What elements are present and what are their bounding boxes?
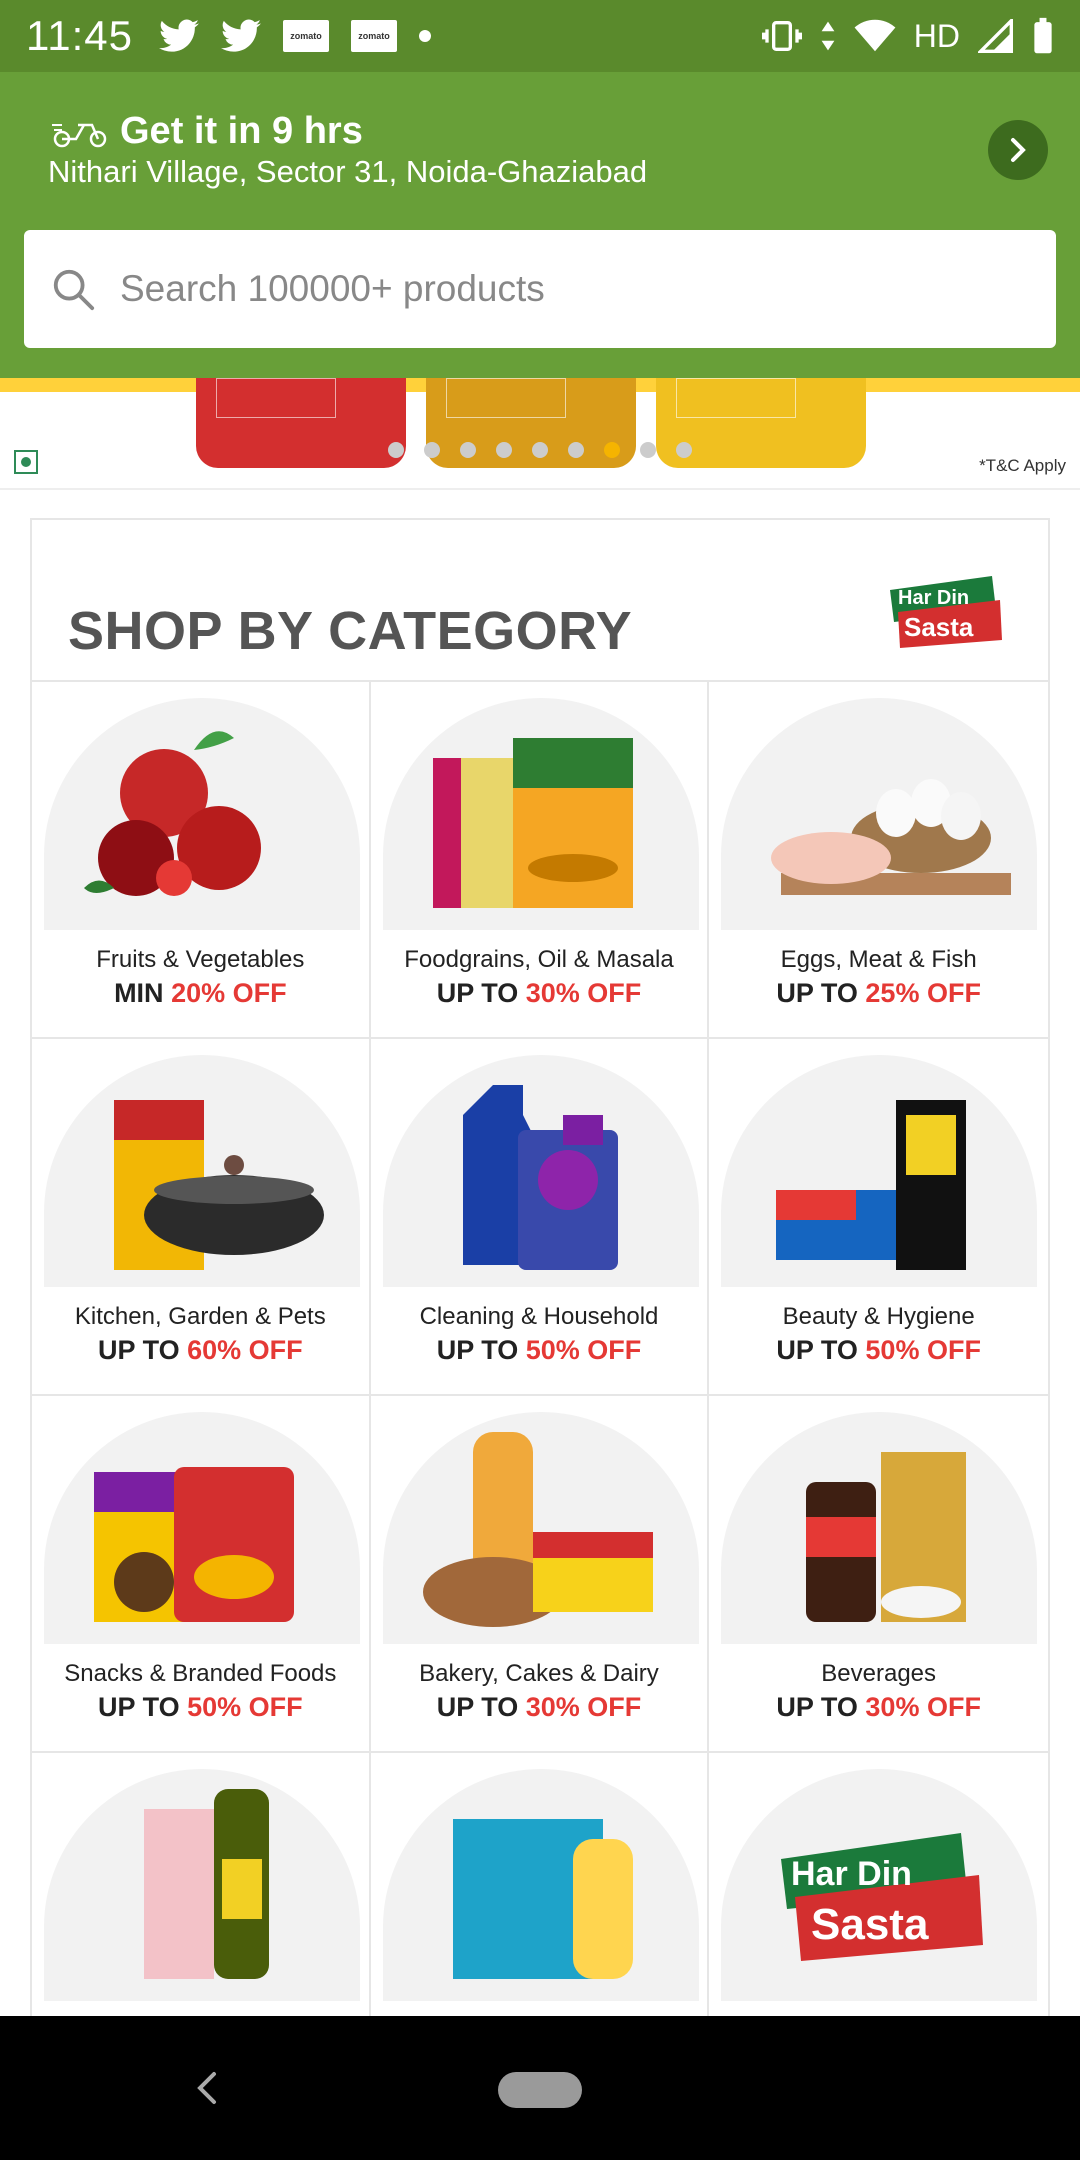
pager-dot[interactable] <box>496 442 512 458</box>
twitter-icon <box>159 19 199 52</box>
category-name: Cleaning & Household <box>419 1303 659 1330</box>
har-din-sasta-logo: Har Din Sasta <box>890 576 1002 648</box>
section-title: SHOP BY CATEGORY <box>68 601 633 661</box>
category-name: Foodgrains, Oil & Masala <box>404 946 674 973</box>
category-snacks-branded-foods[interactable]: Snacks & Branded Foods UP TO 50% OFF <box>32 1396 371 1753</box>
terms-label: *T&C Apply <box>979 456 1066 475</box>
wifi-icon <box>854 19 896 52</box>
svg-text:Sasta: Sasta <box>811 1900 929 1949</box>
pager-dot-active[interactable] <box>604 442 620 458</box>
chevron-right-icon <box>1011 138 1026 162</box>
category-image <box>721 1412 1038 1644</box>
pager-dot[interactable] <box>640 442 656 458</box>
data-arrows-icon <box>821 21 835 51</box>
svg-text:Har Din: Har Din <box>791 1855 912 1893</box>
oil-can-image <box>196 378 406 468</box>
pager-dot[interactable] <box>460 442 476 458</box>
category-kitchen-garden-pets[interactable]: Kitchen, Garden & Pets UP TO 60% OFF <box>32 1039 371 1396</box>
category-name: Kitchen, Garden & Pets <box>74 1303 326 1330</box>
delivery-address[interactable]: Nithari Village, Sector 31, Noida-Ghazia… <box>48 154 647 190</box>
category-name: Beverages <box>821 1660 937 1687</box>
system-icons: HD <box>761 17 1054 55</box>
category-fruits-vegetables[interactable]: Fruits & Vegetables MIN 20% OFF <box>32 682 371 1039</box>
zomato-icon: zomato <box>351 20 397 52</box>
category-image <box>721 1055 1038 1287</box>
category-offer: UP TO 30% OFF <box>776 1692 981 1722</box>
pager-dot[interactable] <box>676 442 692 458</box>
promo-banner[interactable]: *T&C Apply <box>0 378 1080 490</box>
category-image <box>44 698 360 930</box>
signal-icon <box>978 19 1013 53</box>
category-image <box>44 1055 360 1287</box>
svg-text:Sasta: Sasta <box>904 612 974 642</box>
delivery-time-title: Get it in 9 hrs <box>120 110 363 152</box>
category-name: Eggs, Meat & Fish <box>780 946 977 973</box>
pager-dot[interactable] <box>568 442 584 458</box>
home-button[interactable] <box>498 2072 582 2108</box>
category-name: Snacks & Branded Foods <box>64 1660 337 1687</box>
banner-pager <box>388 442 692 458</box>
category-beauty-hygiene[interactable]: Beauty & Hygiene UP TO 50% OFF <box>709 1039 1048 1396</box>
battery-icon <box>1034 17 1052 54</box>
scooter-icon <box>52 123 107 147</box>
category-eggs-meat-fish[interactable]: Eggs, Meat & Fish UP TO 25% OFF <box>709 682 1048 1039</box>
vibrate-icon <box>761 21 802 51</box>
zomato-icon: zomato <box>283 20 329 52</box>
category-offer: UP TO 25% OFF <box>776 978 981 1008</box>
search-input[interactable]: Search 100000+ products <box>24 230 1056 348</box>
category-offer: MIN 20% OFF <box>114 978 287 1008</box>
category-image: Har Din Sasta <box>721 1769 1038 2001</box>
category-image <box>382 1412 699 1644</box>
network-type-label: HD <box>913 17 960 54</box>
category-offer: UP TO 50% OFF <box>98 1692 303 1722</box>
pager-dot[interactable] <box>424 442 440 458</box>
category-offer: UP TO 30% OFF <box>436 1692 642 1722</box>
category-image <box>382 1769 699 2001</box>
app-header: Get it in 9 hrs Nithari Village, Sector … <box>0 72 1080 378</box>
shop-by-category-section: SHOP BY CATEGORY Har Din Sasta Fruits & … <box>30 518 1050 2110</box>
search-icon <box>53 269 95 311</box>
category-image <box>382 1055 699 1287</box>
category-grid: Fruits & Vegetables MIN 20% OFF Foodgrai… <box>32 682 1048 2110</box>
category-image <box>44 1412 360 1644</box>
category-foodgrains-oil-masala[interactable]: Foodgrains, Oil & Masala UP TO 30% OFF <box>370 682 710 1039</box>
category-cleaning-household[interactable]: Cleaning & Household UP TO 50% OFF <box>370 1039 710 1396</box>
system-navigation-bar <box>0 2016 1080 2160</box>
pager-dot[interactable] <box>532 442 548 458</box>
category-image <box>44 1769 360 2001</box>
veg-indicator-icon <box>14 450 38 474</box>
category-name: Fruits & Vegetables <box>96 946 305 973</box>
category-header: SHOP BY CATEGORY Har Din Sasta <box>32 520 1048 682</box>
category-name: Bakery, Cakes & Dairy <box>419 1660 659 1687</box>
back-icon[interactable] <box>190 2068 224 2108</box>
status-time: 11:45 <box>26 12 133 59</box>
twitter-icon <box>221 19 261 52</box>
category-image <box>721 698 1038 930</box>
notification-icons: zomato zomato <box>159 19 431 53</box>
pager-dot[interactable] <box>388 442 404 458</box>
more-notifications-dot-icon <box>419 30 431 42</box>
change-address-button[interactable] <box>988 120 1048 180</box>
status-bar: 11:45 zomato zomato HD <box>0 0 1080 72</box>
search-placeholder: Search 100000+ products <box>120 268 545 309</box>
category-image <box>382 698 699 930</box>
category-beverages[interactable]: Beverages UP TO 30% OFF <box>709 1396 1048 1753</box>
category-offer: UP TO 30% OFF <box>436 978 642 1008</box>
category-bakery-cakes-dairy[interactable]: Bakery, Cakes & Dairy UP TO 30% OFF <box>370 1396 710 1753</box>
category-offer: UP TO 50% OFF <box>776 1335 981 1365</box>
category-name: Beauty & Hygiene <box>782 1303 975 1330</box>
delivery-info[interactable]: Get it in 9 hrs <box>50 110 363 153</box>
category-offer: UP TO 60% OFF <box>98 1335 303 1365</box>
category-offer: UP TO 50% OFF <box>436 1335 642 1365</box>
svg-text:Har Din: Har Din <box>898 587 969 609</box>
